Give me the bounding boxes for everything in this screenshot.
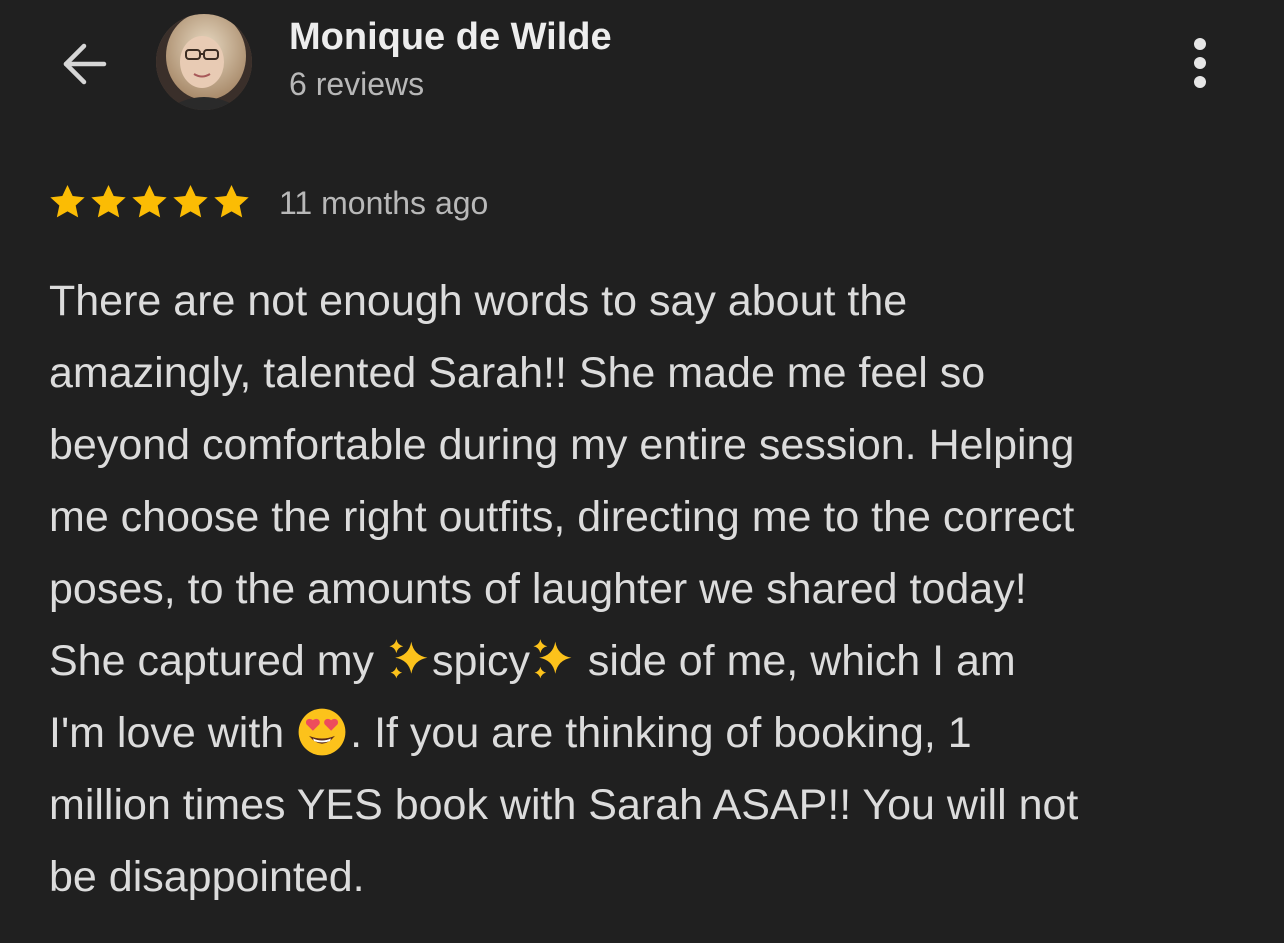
review-text: There are not enough words to say about … — [49, 265, 1249, 913]
review-fragment: . If you are thinking of booking, 1 — [350, 709, 972, 757]
review-count[interactable]: 6 reviews — [289, 66, 424, 103]
star-icon — [91, 185, 126, 218]
avatar-photo — [156, 14, 252, 110]
star-icon — [50, 185, 85, 218]
sparkles-emoji — [389, 638, 428, 679]
star-rating — [47, 182, 252, 222]
review-fragment: side of me, which I am — [575, 637, 1016, 685]
reviewer-name[interactable]: Monique de Wilde — [289, 16, 612, 59]
review-line: poses, to the amounts of laughter we sha… — [49, 565, 1027, 613]
review-line: I'm love with . If you are thinking of b… — [49, 697, 1249, 769]
review-line: million times YES book with Sarah ASAP!!… — [49, 781, 1079, 829]
arrow-left-icon — [63, 43, 107, 85]
sparkles-emoji — [533, 638, 572, 679]
review-timestamp: 11 months ago — [279, 185, 489, 221]
back-button[interactable] — [50, 30, 118, 98]
star-icon — [132, 185, 167, 218]
more-vertical-icon-dot — [1194, 76, 1206, 88]
star-icon — [173, 185, 208, 218]
review-fragment: She captured my — [49, 637, 387, 685]
more-vertical-icon — [1194, 38, 1206, 50]
review-line: amazingly, talented Sarah!! She made me … — [49, 349, 986, 397]
more-options-button[interactable] — [1180, 30, 1220, 96]
review-line: She captured my spicy side of me, which … — [49, 625, 1249, 697]
review-fragment: spicy — [432, 637, 530, 685]
review-line: There are not enough words to say about … — [49, 277, 908, 325]
avatar[interactable] — [156, 14, 252, 110]
review-line: be disappointed. — [49, 853, 365, 901]
star-icon — [214, 185, 249, 218]
more-vertical-icon-dot — [1194, 57, 1206, 69]
review-line: beyond comfortable during my entire sess… — [49, 421, 1075, 469]
smiling-face-with-heart-eyes-emoji — [298, 708, 346, 756]
review-fragment: I'm love with — [49, 709, 297, 757]
review-line: me choose the right outfits, directing m… — [49, 493, 1075, 541]
